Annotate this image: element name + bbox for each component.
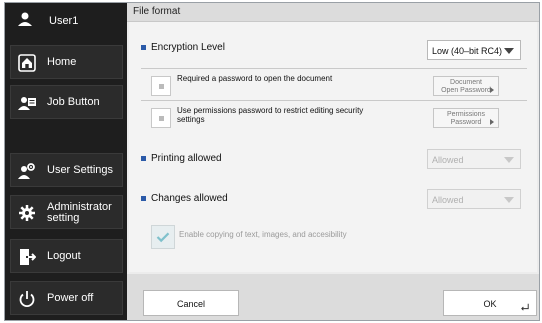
printing-allowed-value: Allowed [432,155,464,165]
divider [141,100,527,101]
bullet-square [141,196,146,201]
chevron-down-icon [504,197,514,203]
open-password-label: Required a password to open the document [177,74,333,83]
cancel-label: Cancel [176,299,205,309]
sidebar-item-label: Administrator setting [47,201,112,224]
changes-allowed-select[interactable]: Allowed [427,189,521,209]
changes-allowed-value: Allowed [432,195,464,205]
permissions-password-button[interactable]: Permissions Password [433,108,499,128]
settings-content: Encryption Level Low (40–bit RC4) Requir… [129,22,537,272]
logout-icon [20,249,36,265]
user-indicator: User1 [11,9,123,31]
button-label: Permissions Password [446,111,486,126]
check-icon [156,232,170,243]
checkbox-dot [159,84,164,89]
page-titlebar: File format [127,3,539,22]
job-button-icon [18,97,36,110]
sidebar-item-label: Logout [47,250,81,262]
admin-gear-icon [19,205,35,221]
sidebar-item-home[interactable]: Home [10,45,123,79]
checkbox-dot [159,116,164,121]
chevron-down-icon [504,157,514,163]
app-window: User1 Home Job Button User Settings Admi… [4,2,540,321]
document-open-password-button[interactable]: Document Open Password [433,76,499,96]
arrow-right-icon [490,87,494,93]
encryption-level-value: Low (40–bit RC4) [432,46,503,56]
encryption-level-label: Encryption Level [151,42,225,53]
enable-copying-label: Enable copying of text, images, and acce… [179,230,347,239]
user-settings-icon [18,163,35,179]
bullet-square [141,45,146,50]
ok-button[interactable]: OK [443,290,537,316]
divider [141,68,527,69]
user-name: User1 [49,15,79,27]
button-label: Document Open Password [441,79,491,94]
changes-allowed-label: Changes allowed [151,193,228,204]
cancel-button[interactable]: Cancel [143,290,239,316]
power-icon [19,291,35,308]
sidebar-item-power-off[interactable]: Power off [10,281,123,315]
bullet-square [141,156,146,161]
sidebar-item-label: User Settings [47,164,114,176]
sidebar-item-label: Power off [47,292,94,304]
sidebar-item-label: Job Button [47,96,100,108]
permissions-password-checkbox[interactable] [151,108,171,128]
chevron-down-icon [504,48,514,54]
open-password-checkbox[interactable] [151,76,171,96]
main-panel: File format Encryption Level Low (40–bit… [127,3,539,320]
printing-allowed-select[interactable]: Allowed [427,149,521,169]
sidebar-item-label: Home [47,56,77,68]
arrow-right-icon [490,119,494,125]
page-title: File format [133,6,181,17]
printing-allowed-label: Printing allowed [151,153,222,164]
sidebar-item-logout[interactable]: Logout [10,239,123,273]
sidebar-item-administrator-setting[interactable]: Administrator setting [10,195,123,229]
sidebar: User1 Home Job Button User Settings Admi… [5,3,127,320]
sidebar-item-user-settings[interactable]: User Settings [10,153,123,187]
enable-copying-checkbox[interactable] [151,225,175,249]
encryption-level-select[interactable]: Low (40–bit RC4) [427,40,521,60]
bottom-bar: Cancel OK [127,274,539,320]
sidebar-item-job-button[interactable]: Job Button [10,85,123,119]
permissions-password-label: Use permissions password to restrict edi… [177,106,364,124]
enter-icon [521,303,529,311]
user-icon [18,12,32,26]
home-icon [18,54,36,72]
